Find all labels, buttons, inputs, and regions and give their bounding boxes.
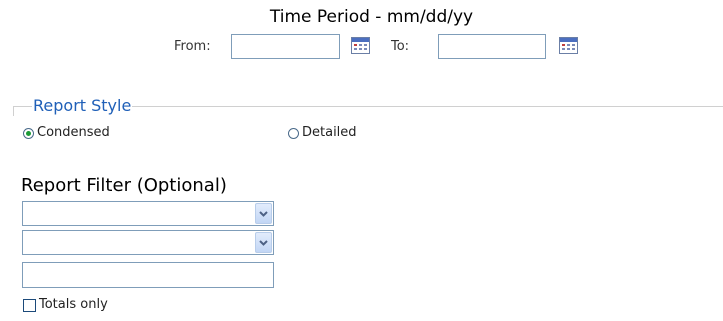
report-filter-title: Report Filter (Optional)	[21, 175, 227, 196]
totals-only-checkbox[interactable]	[23, 298, 36, 312]
from-label: From:	[174, 39, 211, 54]
chevron-down-icon[interactable]	[255, 203, 272, 224]
radio-button-detailed[interactable]	[288, 127, 299, 139]
radio-label-detailed: Detailed	[302, 125, 357, 140]
radio-button-condensed[interactable]	[23, 127, 34, 139]
report-style-border-left	[13, 106, 14, 116]
radio-detailed[interactable]: Detailed	[288, 125, 357, 141]
filter-text-input[interactable]	[22, 262, 274, 288]
filter-select-1[interactable]	[22, 201, 274, 226]
totals-only-option[interactable]: Totals only	[23, 297, 108, 313]
to-date-input[interactable]	[438, 34, 546, 59]
radio-label-condensed: Condensed	[37, 125, 110, 140]
filter-select-2[interactable]	[22, 230, 274, 255]
calendar-icon[interactable]	[351, 37, 370, 54]
chevron-down-icon[interactable]	[255, 232, 272, 253]
calendar-icon[interactable]	[559, 37, 578, 54]
report-options-form: Time Period - mm/dd/yy From: To: Report …	[0, 0, 723, 321]
to-label: To:	[391, 39, 410, 54]
radio-condensed[interactable]: Condensed	[23, 125, 110, 141]
time-period-title: Time Period - mm/dd/yy	[269, 7, 474, 27]
totals-only-label: Totals only	[39, 297, 108, 312]
report-style-legend: Report Style	[32, 96, 133, 116]
from-date-input[interactable]	[231, 34, 340, 59]
